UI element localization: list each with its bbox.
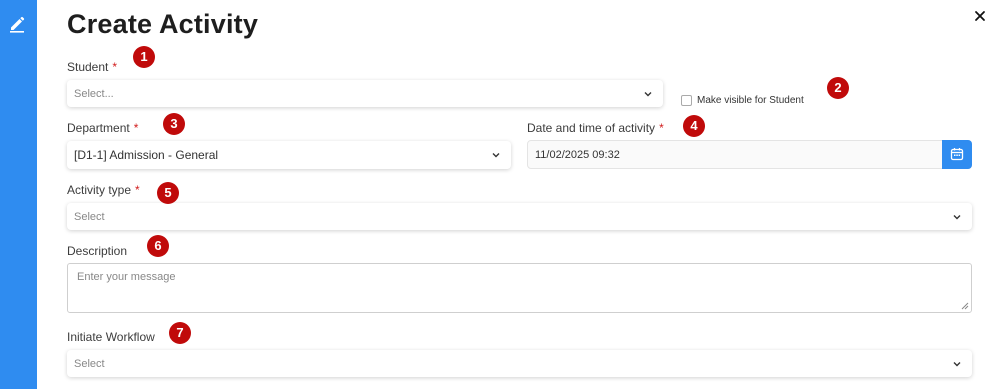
annotation-badge-3: 3 bbox=[163, 113, 185, 135]
activity-type-select[interactable]: Select bbox=[67, 203, 972, 230]
chevron-down-icon bbox=[953, 361, 961, 366]
annotation-badge-5: 5 bbox=[157, 182, 179, 204]
make-visible-checkbox[interactable] bbox=[681, 95, 692, 106]
student-select-placeholder: Select... bbox=[74, 87, 114, 100]
student-label: Student * bbox=[67, 60, 118, 74]
datetime-input[interactable]: 11/02/2025 09:32 bbox=[527, 140, 972, 169]
annotation-badge-1: 1 bbox=[133, 46, 155, 68]
datetime-input-value: 11/02/2025 09:32 bbox=[535, 148, 620, 161]
annotation-badge-2: 2 bbox=[827, 77, 849, 99]
datetime-label: Date and time of activity * bbox=[527, 121, 664, 135]
initiate-workflow-placeholder: Select bbox=[74, 357, 105, 370]
department-select[interactable]: [D1-1] Admission - General bbox=[67, 141, 511, 169]
calendar-icon bbox=[950, 148, 964, 161]
description-label: Description bbox=[67, 244, 128, 258]
page-title: Create Activity bbox=[67, 9, 259, 39]
student-select[interactable]: Select... bbox=[67, 80, 663, 107]
annotation-badge-7: 7 bbox=[169, 322, 191, 344]
chevron-down-icon bbox=[644, 91, 652, 96]
department-select-value: [D1-1] Admission - General bbox=[74, 148, 219, 162]
initiate-workflow-select[interactable]: Select bbox=[67, 350, 972, 377]
description-textarea[interactable]: Enter your message bbox=[67, 263, 972, 313]
activity-type-label: Activity type * bbox=[67, 183, 140, 197]
make-visible-label[interactable]: Make visible for Student bbox=[697, 95, 804, 106]
close-icon[interactable] bbox=[972, 8, 988, 24]
initiate-workflow-label: Initiate Workflow bbox=[67, 330, 155, 344]
description-placeholder: Enter your message bbox=[77, 271, 176, 283]
chevron-down-icon bbox=[492, 153, 500, 158]
calendar-button[interactable] bbox=[942, 140, 972, 169]
activity-type-placeholder: Select bbox=[74, 210, 105, 223]
annotation-badge-6: 6 bbox=[147, 235, 169, 257]
department-label: Department * bbox=[67, 121, 139, 135]
annotation-badge-4: 4 bbox=[683, 115, 705, 137]
chevron-down-icon bbox=[953, 214, 961, 219]
resize-handle-icon[interactable] bbox=[961, 302, 969, 310]
sidebar bbox=[0, 0, 37, 389]
edit-icon[interactable] bbox=[8, 15, 26, 33]
